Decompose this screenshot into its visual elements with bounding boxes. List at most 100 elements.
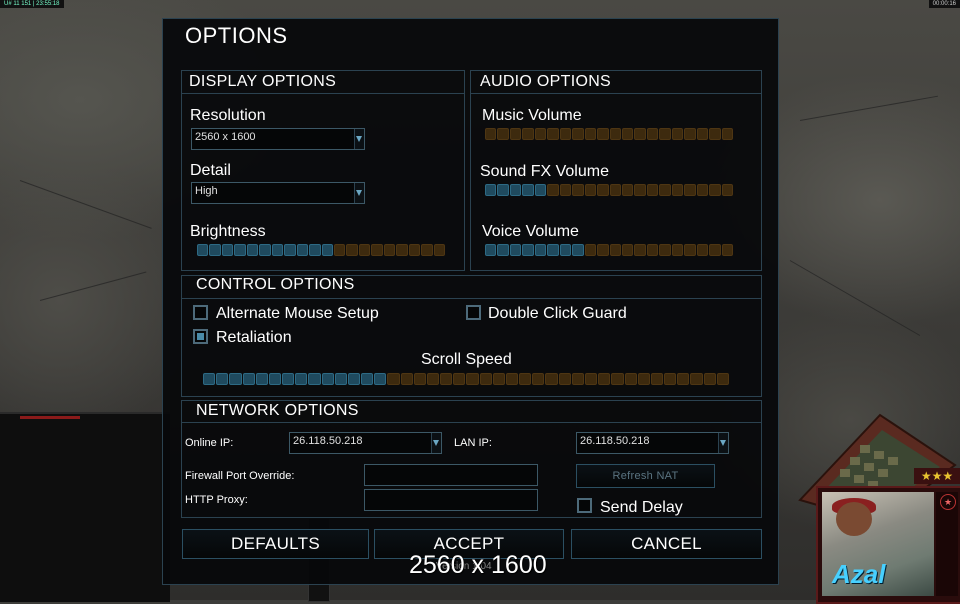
slider-segment[interactable] — [684, 128, 696, 140]
slider-segment[interactable] — [559, 244, 572, 256]
cancel-button[interactable]: CANCEL — [571, 529, 762, 559]
firewall-port-input[interactable] — [364, 464, 538, 486]
slider-segment[interactable] — [413, 373, 426, 385]
slider-segment[interactable] — [671, 128, 684, 140]
slider-segment[interactable] — [671, 244, 684, 256]
slider-segment[interactable] — [659, 184, 671, 196]
slider-segment[interactable] — [361, 373, 374, 385]
slider-segment[interactable] — [684, 184, 696, 196]
slider-segment[interactable] — [209, 244, 221, 256]
slider-segment[interactable] — [721, 244, 734, 256]
slider-segment[interactable] — [634, 244, 646, 256]
slider-segment[interactable] — [216, 373, 229, 385]
slider-segment[interactable] — [221, 244, 234, 256]
slider-segment[interactable] — [598, 373, 611, 385]
slider-segment[interactable] — [374, 373, 387, 385]
slider-segment[interactable] — [659, 244, 671, 256]
slider-segment[interactable] — [522, 128, 534, 140]
slider-segment[interactable] — [309, 244, 321, 256]
slider-segment[interactable] — [333, 244, 346, 256]
slider-segment[interactable] — [509, 128, 522, 140]
slider-segment[interactable] — [634, 184, 646, 196]
slider-segment[interactable] — [296, 244, 309, 256]
minimap-panel[interactable] — [0, 412, 170, 602]
slider-segment[interactable] — [271, 244, 284, 256]
commander-portrait[interactable]: Azal — [822, 492, 934, 596]
slider-segment[interactable] — [696, 184, 709, 196]
slider-segment[interactable] — [485, 128, 497, 140]
slider-segment[interactable] — [559, 184, 572, 196]
slider-segment[interactable] — [509, 244, 522, 256]
slider-segment[interactable] — [690, 373, 703, 385]
slider-segment[interactable] — [584, 373, 598, 385]
slider-segment[interactable] — [440, 373, 453, 385]
slider-segment[interactable] — [246, 244, 259, 256]
defaults-button[interactable]: DEFAULTS — [182, 529, 369, 559]
brightness-slider[interactable] — [197, 244, 446, 256]
slider-segment[interactable] — [259, 244, 271, 256]
sound-fx-volume-slider[interactable] — [485, 184, 734, 196]
slider-segment[interactable] — [242, 373, 255, 385]
slider-segment[interactable] — [387, 373, 400, 385]
slider-segment[interactable] — [497, 184, 509, 196]
slider-segment[interactable] — [203, 373, 216, 385]
dropdown-arrow-icon[interactable] — [354, 129, 364, 149]
slider-segment[interactable] — [321, 244, 333, 256]
slider-segment[interactable] — [268, 373, 282, 385]
slider-segment[interactable] — [545, 373, 558, 385]
slider-segment[interactable] — [519, 373, 532, 385]
slider-segment[interactable] — [721, 128, 734, 140]
slider-segment[interactable] — [609, 244, 621, 256]
slider-segment[interactable] — [559, 128, 572, 140]
lan-ip-dropdown[interactable]: 26.118.50.218 — [576, 432, 729, 454]
slider-segment[interactable] — [234, 244, 246, 256]
slider-segment[interactable] — [509, 184, 522, 196]
slider-segment[interactable] — [255, 373, 268, 385]
slider-segment[interactable] — [505, 373, 519, 385]
slider-segment[interactable] — [721, 184, 734, 196]
dropdown-arrow-icon[interactable] — [718, 433, 728, 453]
slider-segment[interactable] — [584, 244, 597, 256]
slider-segment[interactable] — [621, 128, 634, 140]
slider-segment[interactable] — [709, 128, 721, 140]
slider-segment[interactable] — [716, 373, 729, 385]
slider-segment[interactable] — [671, 184, 684, 196]
music-volume-slider[interactable] — [485, 128, 734, 140]
slider-segment[interactable] — [295, 373, 308, 385]
slider-segment[interactable] — [408, 244, 421, 256]
slider-segment[interactable] — [282, 373, 295, 385]
slider-segment[interactable] — [346, 244, 358, 256]
slider-segment[interactable] — [696, 128, 709, 140]
http-proxy-input[interactable] — [364, 489, 538, 511]
slider-segment[interactable] — [597, 244, 609, 256]
slider-segment[interactable] — [624, 373, 637, 385]
slider-segment[interactable] — [396, 244, 408, 256]
slider-segment[interactable] — [650, 373, 664, 385]
slider-segment[interactable] — [334, 373, 347, 385]
slider-segment[interactable] — [584, 184, 597, 196]
slider-segment[interactable] — [229, 373, 242, 385]
slider-segment[interactable] — [584, 128, 597, 140]
slider-segment[interactable] — [572, 244, 584, 256]
slider-segment[interactable] — [466, 373, 479, 385]
slider-segment[interactable] — [646, 128, 659, 140]
slider-segment[interactable] — [547, 128, 559, 140]
slider-segment[interactable] — [421, 244, 433, 256]
slider-segment[interactable] — [609, 128, 621, 140]
retaliation-checkbox[interactable] — [193, 329, 208, 344]
send-delay-checkbox[interactable] — [577, 498, 592, 513]
slider-segment[interactable] — [358, 244, 371, 256]
refresh-nat-button[interactable]: Refresh NAT — [576, 464, 715, 488]
slider-segment[interactable] — [597, 184, 609, 196]
slider-segment[interactable] — [621, 244, 634, 256]
slider-segment[interactable] — [308, 373, 321, 385]
slider-segment[interactable] — [371, 244, 383, 256]
slider-segment[interactable] — [497, 244, 509, 256]
slider-segment[interactable] — [522, 244, 534, 256]
double-click-guard-checkbox[interactable] — [466, 305, 481, 320]
slider-segment[interactable] — [634, 128, 646, 140]
slider-segment[interactable] — [534, 244, 547, 256]
scroll-speed-slider[interactable] — [203, 373, 729, 385]
slider-segment[interactable] — [347, 373, 361, 385]
alternate-mouse-checkbox[interactable] — [193, 305, 208, 320]
